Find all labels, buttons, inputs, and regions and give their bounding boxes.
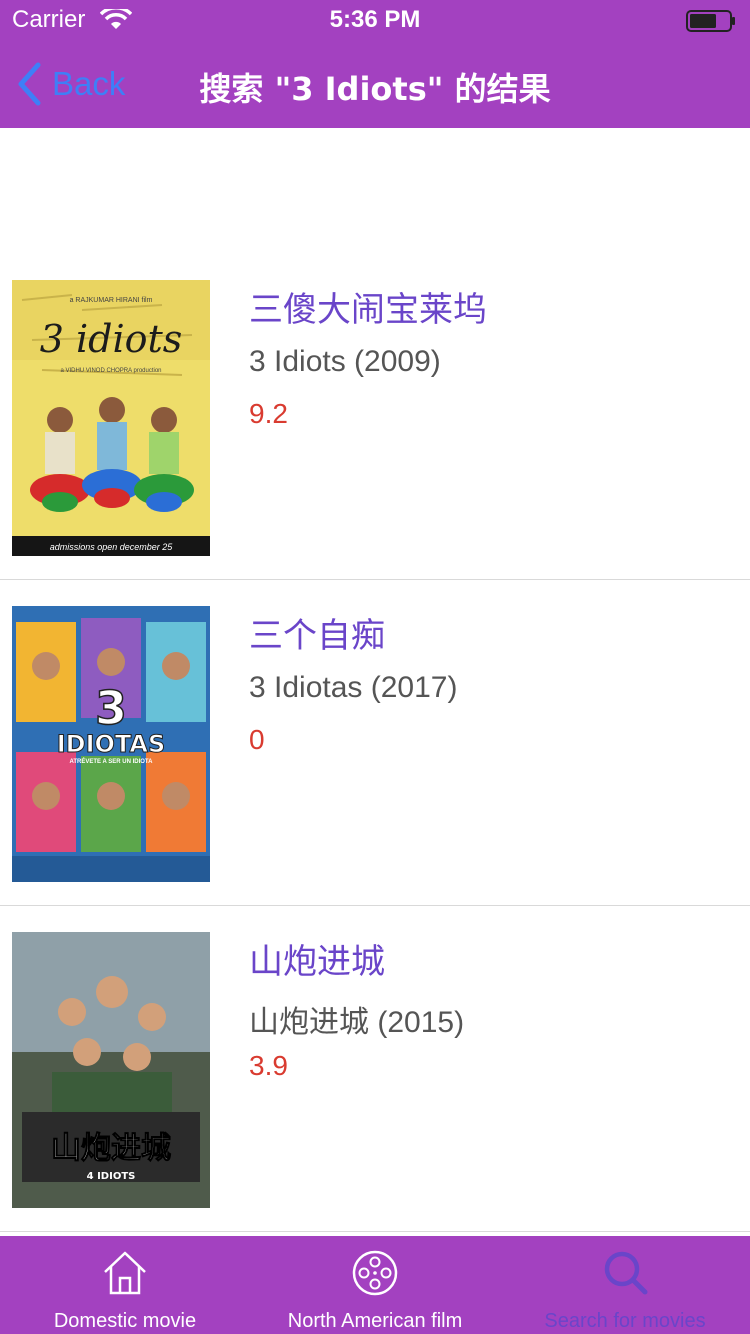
movie-title-cn: 三个自痴 bbox=[249, 616, 385, 656]
list-item-3-idiots[interactable]: a RAJKUMAR HIRANI film 3 idiots a VIDHU … bbox=[0, 254, 750, 580]
movie-title-cn: 三傻大闹宝莱坞 bbox=[249, 290, 487, 330]
tab-north-american-film[interactable]: North American film bbox=[250, 1236, 500, 1334]
movie-title-original: 3 Idiots (2009) bbox=[249, 345, 441, 378]
page-title: 搜索 "3 Idiots" 的结果 bbox=[199, 70, 551, 108]
tab-bar: Domestic movie North American film Searc… bbox=[0, 1236, 750, 1334]
list-item-3-idiotas[interactable]: 3 IDIOTAS ATRÉVETE A SER UN IDIOTA 三个自痴 … bbox=[0, 580, 750, 906]
navigation-header: Carrier 5:36 PM Back 搜索 "3 Idiots" 的结果 bbox=[0, 0, 750, 128]
poster-director-credit: a RAJKUMAR HIRANI film bbox=[70, 297, 153, 304]
clock: 5:36 PM bbox=[329, 6, 421, 33]
tab-label: Domestic movie bbox=[53, 1310, 197, 1332]
battery-icon bbox=[686, 10, 735, 32]
tab-label: North American film bbox=[287, 1310, 463, 1332]
status-bar: Carrier 5:36 PM bbox=[0, 0, 750, 40]
poster-number: 3 bbox=[95, 681, 127, 735]
movie-title-original: 山炮进城 (2015) bbox=[249, 1006, 465, 1039]
movie-score: 0 bbox=[249, 724, 265, 755]
home-icon bbox=[104, 1251, 146, 1295]
poster-subtitle: 4 IDIOTS bbox=[87, 1171, 136, 1182]
poster-title: 3 idiots bbox=[40, 317, 183, 361]
tab-label: Search for movies bbox=[544, 1310, 706, 1332]
poster-tagline: ATRÉVETE A SER UN IDIOTA bbox=[69, 757, 153, 765]
film-reel-icon bbox=[352, 1250, 398, 1296]
movie-poster: 3 IDIOTAS ATRÉVETE A SER UN IDIOTA bbox=[12, 606, 210, 882]
poster-title: 山炮进城 bbox=[51, 1131, 171, 1166]
list-item-shanpao-jincheng[interactable]: 山炮进城 4 IDIOTS 山炮进城 山炮进城 (2015) 3.9 bbox=[0, 906, 750, 1232]
poster-tagline: admissions open december 25 bbox=[50, 542, 174, 552]
movie-poster: 山炮进城 4 IDIOTS bbox=[12, 932, 210, 1208]
poster-title: IDIOTAS bbox=[57, 730, 166, 758]
movie-title-cn: 山炮进城 bbox=[249, 942, 385, 982]
movie-score: 3.9 bbox=[249, 1050, 288, 1081]
movie-score: 9.2 bbox=[249, 398, 288, 429]
movie-poster: a RAJKUMAR HIRANI film 3 idiots a VIDHU … bbox=[12, 280, 210, 556]
poster-producer-credit: a VIDHU VINOD CHOPRA production bbox=[60, 368, 161, 374]
tab-search-for-movies[interactable]: Search for movies bbox=[500, 1236, 750, 1334]
movie-title-original: 3 Idiotas (2017) bbox=[249, 671, 458, 704]
search-icon bbox=[604, 1251, 648, 1295]
results-list[interactable]: a RAJKUMAR HIRANI film 3 idiots a VIDHU … bbox=[0, 128, 750, 1236]
tab-domestic-movie[interactable]: Domestic movie bbox=[0, 1236, 250, 1334]
